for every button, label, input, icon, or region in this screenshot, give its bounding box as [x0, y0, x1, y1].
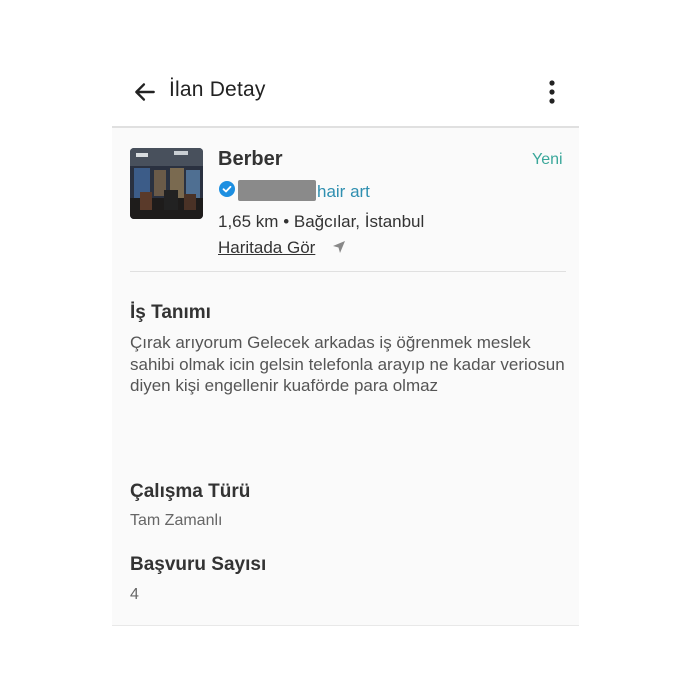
navigation-arrow-icon [333, 241, 345, 253]
job-description-text: Çırak arıyorum Gelecek arkadas iş öğrenm… [130, 333, 565, 395]
app-header: İlan Detay [112, 68, 579, 126]
work-type-heading: Çalışma Türü [130, 481, 251, 502]
more-vertical-icon[interactable] [542, 78, 562, 106]
job-title: Berber [218, 148, 283, 170]
work-type-value: Tam Zamanlı [130, 512, 223, 529]
job-detail-content: Berber Yeni hair art 1,65 km • Bağcılar,… [112, 128, 579, 625]
company-name[interactable]: hair art [317, 182, 370, 202]
section-divider [130, 271, 566, 272]
redacted-company-name [238, 180, 316, 201]
application-count-value: 4 [130, 586, 139, 603]
shop-thumbnail[interactable] [130, 148, 203, 219]
bottom-divider [112, 625, 579, 626]
location-text: 1,65 km • Bağcılar, İstanbul [218, 212, 425, 231]
application-count-heading: Başvuru Sayısı [130, 554, 267, 575]
page-title: İlan Detay [169, 78, 266, 101]
verified-badge-icon [219, 181, 235, 197]
new-badge: Yeni [532, 151, 563, 168]
view-on-map-link[interactable]: Haritada Gör [218, 238, 315, 258]
arrow-left-icon[interactable] [132, 79, 158, 105]
job-description-heading: İş Tanımı [130, 302, 211, 323]
